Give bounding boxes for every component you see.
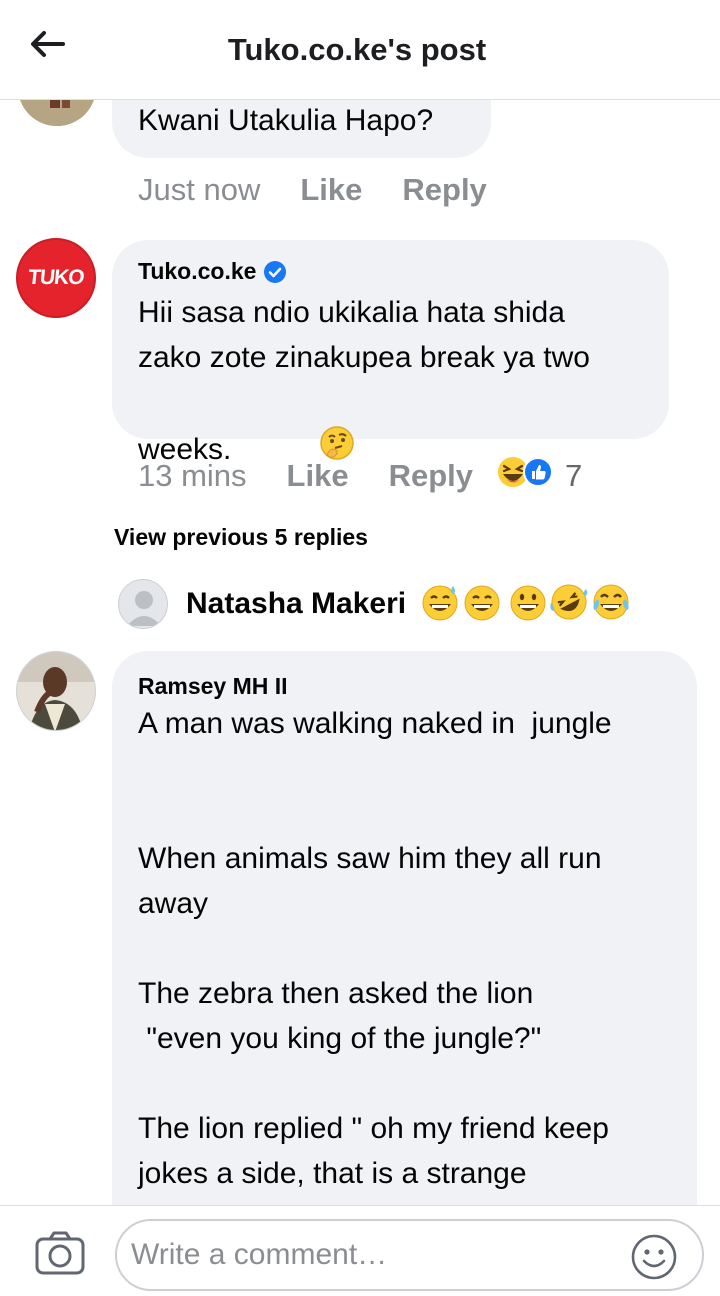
reply-button[interactable]: Reply [402, 172, 486, 208]
reply-preview-author: Natasha Makeri [186, 587, 407, 620]
ramsey-avatar[interactable] [16, 651, 96, 731]
comment-text-line: zako zote zinakupea break ya two [138, 341, 590, 374]
reply-preview[interactable]: Natasha Makeri [118, 578, 632, 630]
comment-meta: 13 mins Like Reply 7 [138, 454, 582, 498]
comment-bubble[interactable]: Tuko.co.ke Hii sasa ndio ukikalia hata s… [112, 240, 669, 466]
tears-of-joy-emoji-icon [590, 581, 632, 628]
comment-text-line [138, 791, 612, 836]
comment-text-line: "even you king of the jungle?" [138, 1022, 542, 1055]
comment-author[interactable]: Tuko.co.ke [138, 258, 287, 285]
comment-text: Kwani Utakulia Hapo? [138, 104, 434, 137]
reply-preview-emojis [420, 581, 632, 628]
default-avatar-icon [118, 579, 168, 629]
comment-meta: Just now Like Reply [138, 172, 527, 208]
like-button[interactable]: Like [300, 172, 362, 208]
comment-text-line: The zebra then asked the lion [138, 977, 534, 1010]
comment-text-line [138, 926, 612, 971]
comment-text-line: The lion replied " oh my friend keep [138, 1112, 609, 1145]
comment-text-line: Hii sasa ndio ukikalia hata shida [138, 296, 565, 329]
smiley-icon [630, 1234, 678, 1285]
like-button[interactable]: Like [287, 458, 349, 494]
reaction-count: 7 [565, 458, 583, 493]
comment-text-line: When animals saw him they all run [138, 842, 602, 875]
comment-bubble[interactable]: Ramsey MH II A man was walking naked in … [112, 651, 697, 1205]
comment-text-line: animal [138, 1196, 612, 1205]
comment-text-line: away [138, 887, 209, 920]
reply-button[interactable]: Reply [389, 458, 473, 494]
comment-text-line [138, 746, 612, 791]
comments-feed[interactable]: Kwani Utakulia Hapo? Just now Like Reply… [0, 0, 720, 1205]
comment-author-name: Tuko.co.ke [138, 258, 257, 284]
like-reaction-icon [523, 457, 553, 495]
comment-text-line: A man was walking naked in jungle [138, 707, 612, 740]
comment-time: 13 mins [138, 458, 247, 493]
comment-author[interactable]: Ramsey MH II [138, 673, 288, 700]
comment-author-name: Ramsey MH II [138, 673, 288, 699]
comment-text-line [138, 1061, 612, 1106]
comment-input[interactable] [131, 1233, 621, 1277]
tuko-avatar[interactable]: TUKO [16, 238, 96, 318]
sweat-smile-emoji-icon [420, 582, 460, 627]
page-title: Tuko.co.ke's post [227, 32, 487, 67]
camera-icon [34, 1231, 86, 1280]
camera-button[interactable] [34, 1230, 90, 1280]
comment-composer [0, 1205, 720, 1296]
comment-input-box[interactable] [115, 1219, 704, 1291]
top-bar: Tuko.co.ke's post [0, 0, 720, 100]
thinking-face-icon [235, 380, 354, 519]
grinning-emoji-icon [508, 582, 548, 627]
reactions-summary[interactable]: 7 [495, 454, 582, 498]
grinning-squint-emoji-icon [462, 582, 502, 627]
tuko-logo-text: TUKO [27, 266, 86, 289]
view-previous-replies-link[interactable]: View previous 5 replies [114, 524, 368, 551]
comment-text-line: jokes a side, that is a strange [138, 1157, 527, 1190]
verified-badge-icon [264, 260, 287, 283]
comment-time: Just now [138, 172, 261, 207]
rofl-emoji-icon [548, 581, 590, 628]
emoji-picker-button[interactable] [630, 1233, 678, 1281]
